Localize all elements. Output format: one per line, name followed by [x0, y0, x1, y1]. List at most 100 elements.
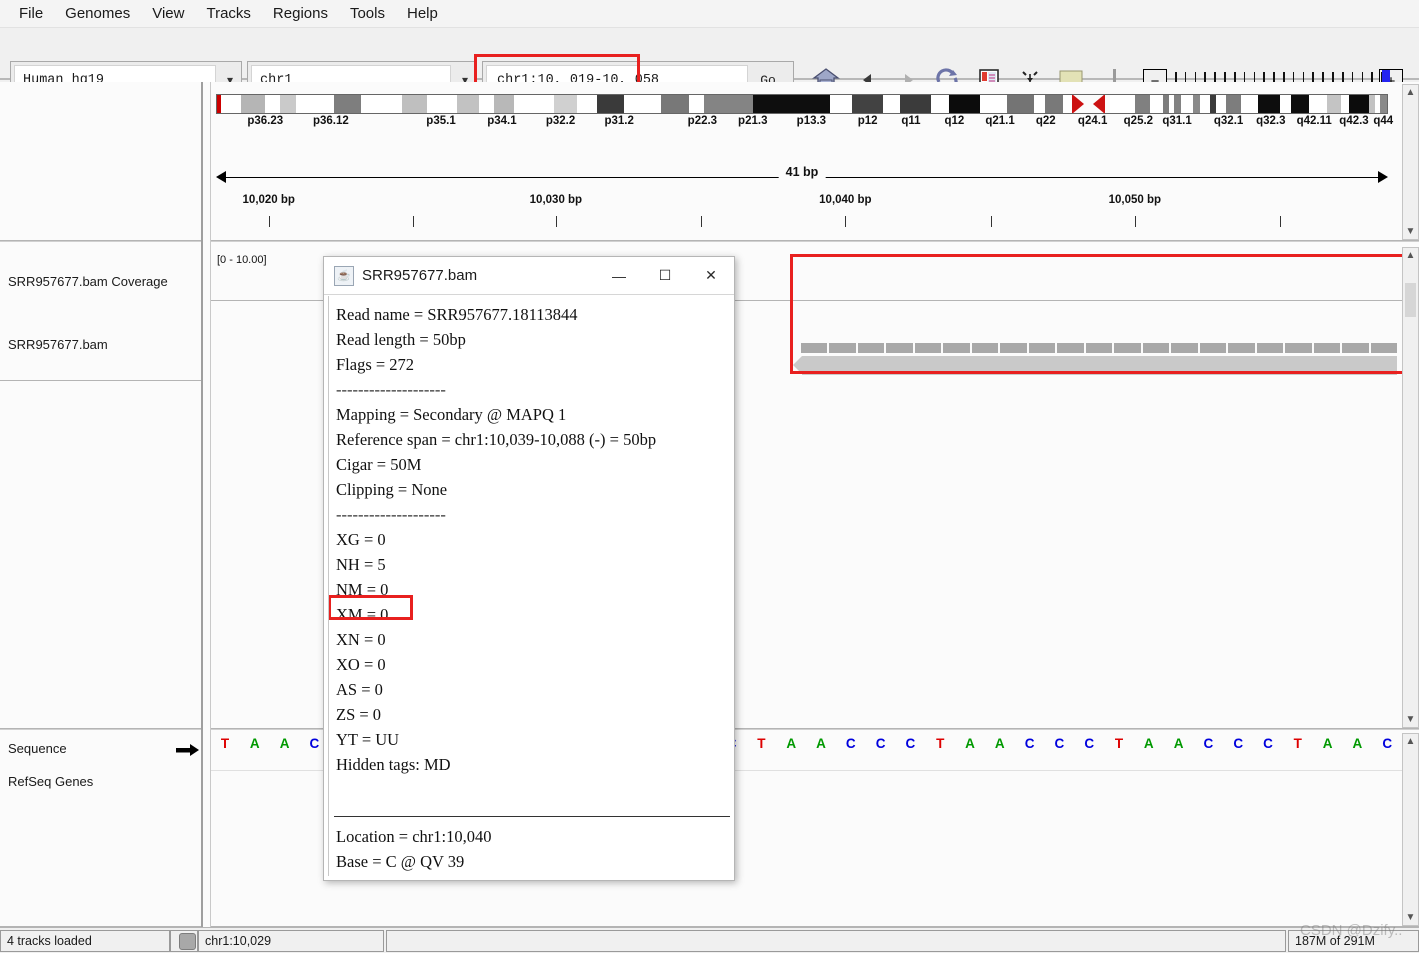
cytoband	[931, 94, 949, 114]
cytoband	[1045, 94, 1064, 114]
cytoband	[704, 94, 753, 114]
popup-divider	[334, 816, 730, 817]
track-name-refseq-genes[interactable]: RefSeq Genes	[8, 774, 93, 789]
status-memory[interactable]: 187M of 291M	[1288, 930, 1419, 952]
led-dot-icon	[179, 933, 196, 950]
read-block	[829, 343, 855, 353]
scroll-down-icon[interactable]: ▼	[1403, 712, 1418, 727]
cytoband	[753, 94, 830, 114]
alignment-scrollbar[interactable]: ▲ ▼	[1402, 247, 1419, 728]
cytoband	[689, 94, 703, 114]
cytoband	[1193, 94, 1200, 114]
read-block	[1171, 343, 1197, 353]
cytoband	[1181, 94, 1194, 114]
status-bar: 4 tracks loaded chr1:10,029 187M of 291M	[0, 927, 1419, 953]
popup-attribute-line: XN = 0	[333, 627, 730, 652]
base-pair-ruler[interactable]: 10,020 bp10,030 bp10,040 bp10,050 bp	[211, 194, 1397, 238]
read-block-row[interactable]	[801, 343, 1397, 353]
menu-item-genomes[interactable]: Genomes	[54, 2, 141, 25]
ruler-tick	[1280, 216, 1281, 227]
maximize-button[interactable]: ☐	[642, 257, 688, 294]
cytoband	[852, 94, 882, 114]
sequence-base: C	[1055, 736, 1065, 751]
popup-attribute-line: AS = 0	[333, 677, 730, 702]
scroll-up-icon[interactable]: ▲	[1403, 85, 1418, 100]
scroll-up-icon[interactable]: ▲	[1403, 734, 1418, 749]
cytoband	[427, 94, 457, 114]
cytoband-label: q42.11	[1297, 115, 1332, 127]
ruler-tick	[556, 216, 557, 227]
scrollbar-thumb[interactable]	[1405, 283, 1416, 317]
cytoband	[830, 94, 852, 114]
cytoband-label: p36.23	[247, 115, 283, 127]
cytoband	[514, 94, 554, 114]
scroll-down-icon[interactable]: ▼	[1403, 224, 1418, 239]
ruler-tick	[413, 216, 414, 227]
ideogram-scrollbar[interactable]: ▲ ▼	[1402, 84, 1419, 240]
popup-attribute-line: Read length = 50bp	[333, 327, 730, 352]
cytoband-label: q31.1	[1162, 115, 1191, 127]
track-name-coverage[interactable]: SRR957677.bam Coverage	[8, 274, 168, 289]
menu-item-regions[interactable]: Regions	[262, 2, 339, 25]
alignment-read-bar[interactable]	[802, 356, 1397, 375]
ruler-tick	[701, 216, 702, 227]
popup-attribute-line: XO = 0	[333, 652, 730, 677]
cytoband	[1200, 94, 1209, 114]
cytoband	[1150, 94, 1163, 114]
view-span-indicator: 41 bp	[216, 167, 1388, 189]
read-block	[1371, 343, 1397, 353]
attribute-panel	[203, 82, 211, 927]
menu-item-tracks[interactable]: Tracks	[195, 2, 261, 25]
cytoband	[457, 94, 478, 114]
cytoband	[1380, 94, 1388, 114]
span-label: 41 bp	[779, 165, 826, 179]
track-name-alignment[interactable]: SRR957677.bam	[8, 337, 108, 352]
sequence-base: C	[1025, 736, 1035, 751]
sequence-base: A	[965, 736, 975, 751]
sequence-base: A	[1323, 736, 1333, 751]
status-message	[386, 930, 1286, 952]
cytoband-label: q22	[1036, 115, 1056, 127]
read-block	[858, 343, 884, 353]
cytoband	[1174, 94, 1181, 114]
popup-attribute-line: XM = 0	[333, 602, 730, 627]
cytoband	[265, 94, 280, 114]
toolbar: Human hg19 ▾ chr1 ▾ chr1:10, 019-10, 058…	[0, 28, 1419, 80]
read-block	[1285, 343, 1311, 353]
cytoband	[1226, 94, 1241, 114]
ideogram-ruler-pane: p36.23p36.12p35.1p34.1p32.2p31.2p22.3p21…	[211, 82, 1397, 240]
cytoband-label: q24.1	[1078, 115, 1107, 127]
popup-title-bar[interactable]: ☕ SRR957677.bam — ☐ ✕	[324, 257, 734, 295]
popup-attribute-line: NM = 0	[333, 577, 730, 602]
igv-window: File Genomes View Tracks Regions Tools H…	[0, 0, 1419, 953]
read-block	[1342, 343, 1368, 353]
ruler-label: 10,040 bp	[819, 194, 871, 206]
sequence-base: T	[1294, 736, 1302, 751]
read-direction-tip-icon	[793, 356, 802, 374]
chromosome-ideogram[interactable]	[216, 94, 1388, 114]
menu-item-file[interactable]: File	[8, 2, 54, 25]
ruler-tick	[991, 216, 992, 227]
track-name-sequence[interactable]: Sequence	[8, 741, 67, 756]
read-info-popup[interactable]: ☕ SRR957677.bam — ☐ ✕ Read name = SRR957…	[323, 256, 735, 881]
close-button[interactable]: ✕	[688, 257, 734, 294]
sequence-strand-arrow-icon[interactable]	[176, 743, 200, 757]
cytoband-label: p13.3	[797, 115, 826, 127]
coverage-range-label: [0 - 10.00]	[217, 254, 267, 266]
sequence-base: A	[1353, 736, 1363, 751]
popup-attribute-line: Cigar = 50M	[333, 452, 730, 477]
read-block	[1057, 343, 1083, 353]
ruler-label: 10,030 bp	[530, 194, 582, 206]
scroll-up-icon[interactable]: ▲	[1403, 248, 1418, 263]
menu-item-tools[interactable]: Tools	[339, 2, 396, 25]
genes-scrollbar[interactable]: ▲ ▼	[1402, 733, 1419, 926]
menu-item-help[interactable]: Help	[396, 2, 449, 25]
status-tracks-loaded: 4 tracks loaded	[0, 930, 170, 952]
menu-item-view[interactable]: View	[141, 2, 195, 25]
scroll-down-icon[interactable]: ▼	[1403, 910, 1418, 925]
minimize-button[interactable]: —	[596, 257, 642, 294]
cytoband	[624, 94, 662, 114]
popup-attribute-line: Flags = 272	[333, 352, 730, 377]
sequence-base: C	[1382, 736, 1392, 751]
cytoband	[479, 94, 494, 114]
